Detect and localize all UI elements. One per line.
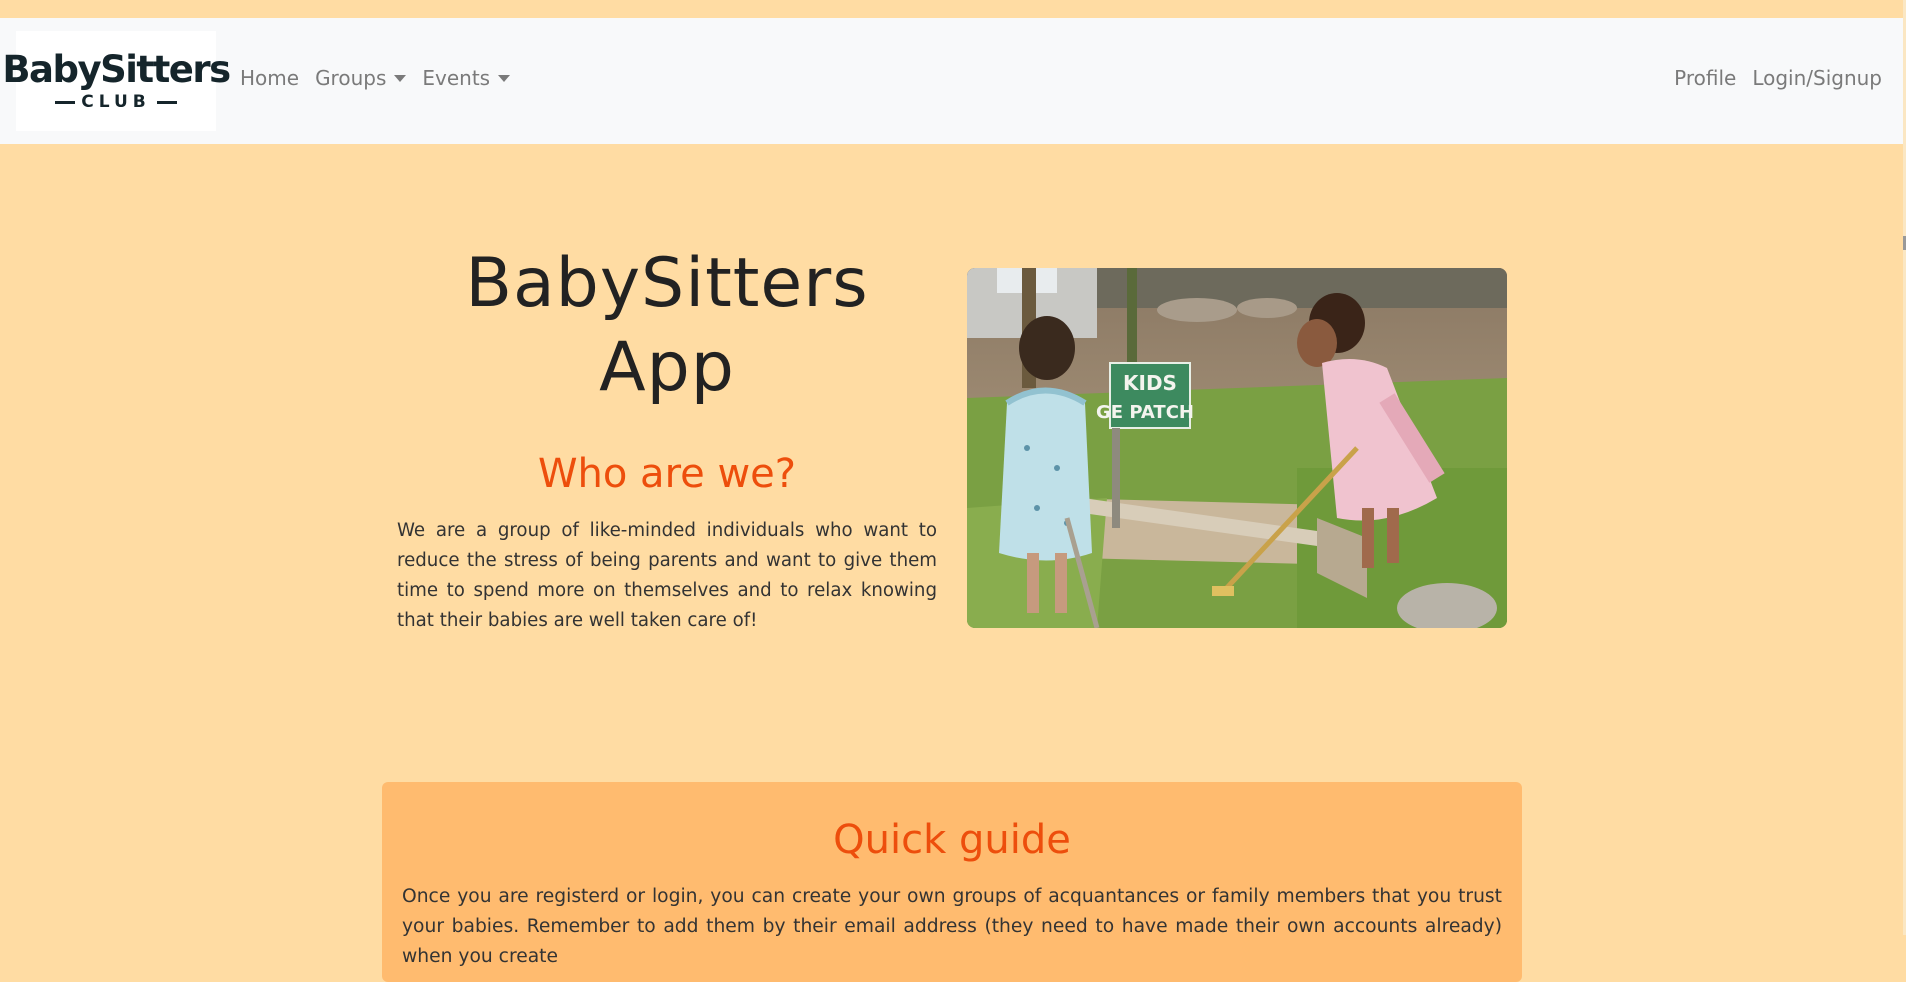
quick-guide-heading: Quick guide <box>833 817 1071 863</box>
logo-dash-left <box>55 100 76 104</box>
navbar: BabySitters CLUB Home Groups Events Prof… <box>0 18 1906 144</box>
kids-garden-image: KIDS GE PATCH <box>967 268 1507 628</box>
who-are-we-text: We are a group of like-minded individual… <box>397 520 937 631</box>
top-strip <box>0 0 1906 18</box>
nav-left: Home Groups Events <box>240 66 518 90</box>
caret-down-icon <box>498 74 511 82</box>
sign-line1: KIDS <box>1123 371 1177 395</box>
hero-title-line2: App <box>599 328 735 407</box>
quick-guide-card: Quick guide Once you are registerd or lo… <box>382 782 1522 982</box>
nav-home-label: Home <box>240 66 300 90</box>
nav-login-signup-link[interactable]: Login/Signup <box>1736 66 1882 90</box>
logo-sub-text: CLUB <box>55 92 177 112</box>
quick-guide-text: Once you are registerd or login, you can… <box>402 886 1502 967</box>
nav-groups-label: Groups <box>315 66 387 90</box>
nav-profile-label: Profile <box>1674 66 1737 90</box>
nav-events-label: Events <box>422 66 491 90</box>
nav-right: Profile Login/Signup <box>1658 66 1882 90</box>
logo[interactable]: BabySitters CLUB <box>2 31 231 131</box>
logo-sub-label: CLUB <box>81 92 151 112</box>
nav-login-signup-label: Login/Signup <box>1752 66 1882 90</box>
logo-dash-right <box>156 100 177 104</box>
sign-line2: GE PATCH <box>1096 402 1194 423</box>
hero-title: BabySitters App <box>380 242 954 410</box>
nav-groups-dropdown[interactable]: Groups <box>307 66 414 90</box>
caret-down-icon <box>394 74 407 82</box>
hero-title-line1: BabySitters <box>465 244 869 323</box>
nav-home-link[interactable]: Home <box>240 66 307 90</box>
nav-profile-link[interactable]: Profile <box>1658 66 1736 90</box>
who-are-we-heading: Who are we? <box>537 451 797 497</box>
logo-main-text: BabySitters <box>2 48 231 91</box>
nav-events-dropdown[interactable]: Events <box>414 66 518 90</box>
kids-garden-illustration: KIDS GE PATCH <box>967 268 1507 628</box>
